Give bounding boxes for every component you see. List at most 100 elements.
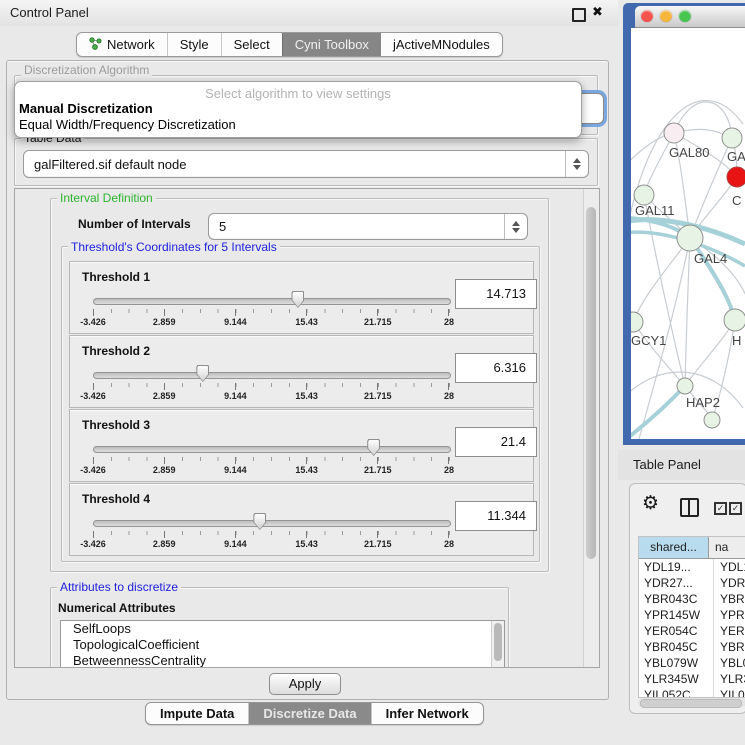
application-window: Control Panel ✖ Network Style Select C [0,0,745,745]
apply-button[interactable]: Apply [269,673,341,695]
network-node-h[interactable] [724,309,745,331]
network-node-selected[interactable] [727,167,745,187]
cell-shared-name[interactable]: YDR27... [639,575,714,591]
cell-shared-name[interactable]: YPR145W [639,607,714,623]
cell-name[interactable]: YPR1 [714,607,745,623]
cell-shared-name[interactable]: YBR045C [639,639,714,655]
tick-label: 2.859 [153,539,176,549]
tick-label: -3.426 [80,317,106,327]
threshold-value-input[interactable]: 14.713 [455,279,537,309]
cell-shared-name[interactable]: YBR043C [639,591,714,607]
table-data-combobox[interactable]: galFiltered.sif default node [23,150,589,178]
slider-thumb[interactable] [367,439,380,456]
tab-network[interactable]: Network [77,33,167,56]
threshold-value-input[interactable]: 6.316 [455,353,537,383]
threshold-slider[interactable]: -3.4262.8599.14415.4321.71528 [93,438,449,478]
close-window-icon[interactable] [641,10,653,22]
algorithm-option-manual[interactable]: Manual Discretization [15,101,581,117]
cell-name[interactable]: YIL0 [714,687,745,698]
cell-shared-name[interactable]: YLR345W [639,671,714,687]
slider-tick-labels: -3.4262.8599.14415.4321.71528 [93,317,449,329]
tick-label: 2.859 [153,317,176,327]
network-canvas[interactable]: GAL80 GA C GAL11 GAL4 GCY1 H HAP2 [631,28,745,439]
minimize-window-icon[interactable] [660,10,672,22]
network-node-top[interactable] [722,128,742,148]
cell-name[interactable]: YDL1 [714,559,745,575]
cell-name[interactable]: YBR0 [714,591,745,607]
table-row[interactable]: YDL19...YDL1 [639,559,745,575]
tab-label: Impute Data [160,706,234,721]
slider-thumb[interactable] [253,513,266,530]
network-node-gcy1[interactable] [631,312,643,332]
gear-icon[interactable]: ⚙ [642,492,659,515]
tick-label: 28 [444,539,454,549]
thresholds-group-label: Threshold's Coordinates for 5 Intervals [68,240,280,254]
attributes-group: Numerical Attributes SelfLoopsTopologica… [50,587,509,668]
algorithm-option-equal-width[interactable]: Equal Width/Frequency Discretization [15,117,581,133]
column-header-name[interactable]: na [709,537,745,558]
threshold-slider[interactable]: -3.4262.8599.14415.4321.71528 [93,290,449,330]
cell-name[interactable]: YBR0 [714,639,745,655]
tab-discretize-data[interactable]: Discretize Data [248,703,370,724]
column-header-shared-name[interactable]: shared... [639,537,709,558]
attribute-item[interactable]: TopologicalCoefficient [61,637,504,653]
table-row[interactable]: YDR27...YDR2 [639,575,745,591]
slider-thumb[interactable] [196,365,209,382]
network-node-partial[interactable] [704,412,720,428]
threshold-value-input[interactable]: 21.4 [455,427,537,457]
float-panel-icon[interactable] [572,8,586,22]
number-of-intervals-combobox[interactable]: 5 [208,213,528,240]
cell-name[interactable]: YBL0 [714,655,745,671]
attribute-item[interactable]: SelfLoops [61,621,504,637]
table-horizontal-scrollbar[interactable] [638,698,745,707]
table-row[interactable]: YBL079WYBL0 [639,655,745,671]
network-node-gal11[interactable] [634,185,654,205]
cell-shared-name[interactable]: YBL079W [639,655,714,671]
column-layout-icon[interactable] [680,498,699,517]
node-label-hap2: HAP2 [686,395,720,410]
network-node-gal80[interactable] [664,123,684,143]
cell-name[interactable]: YDR2 [714,575,745,591]
table-row[interactable]: YBR043CYBR0 [639,591,745,607]
tab-label: Discretize Data [263,706,356,721]
settings-scrollbar[interactable] [583,189,599,667]
cell-shared-name[interactable]: YER054C [639,623,714,639]
table-row[interactable]: YLR345WYLR3 [639,671,745,687]
checkbox-icon[interactable]: ✓ [714,502,727,515]
tab-select[interactable]: Select [221,33,282,56]
cell-name[interactable]: YLR3 [714,671,745,687]
table-row[interactable]: YER054CYER0 [639,623,745,639]
tab-label: Infer Network [386,706,469,721]
numerical-attributes-list: SelfLoopsTopologicalCoefficientBetweenne… [60,620,505,668]
close-panel-icon[interactable]: ✖ [592,4,603,20]
cell-shared-name[interactable]: YDL19... [639,559,714,575]
network-node-gal4[interactable] [677,225,703,251]
cyni-toolbox-panel: Discretization Algorithm Select algorith… [6,60,609,700]
threshold-slider[interactable]: -3.4262.8599.14415.4321.71528 [93,364,449,404]
threshold-value-input[interactable]: 11.344 [455,501,537,531]
checkbox-icon[interactable]: ✓ [729,502,742,515]
table-row[interactable]: YIL052CYIL0 [639,687,745,698]
tab-jactivemnodules[interactable]: jActiveMNodules [381,33,502,56]
attribute-item[interactable]: BetweennessCentrality [61,653,504,668]
table-row[interactable]: YPR145WYPR1 [639,607,745,623]
list-scrollbar[interactable] [491,621,504,667]
slider-tick-labels: -3.4262.8599.14415.4321.71528 [93,465,449,477]
tab-impute-data[interactable]: Impute Data [146,703,248,724]
tab-label: Network [107,37,155,52]
cell-name[interactable]: YER0 [714,623,745,639]
node-label-c: C [732,193,741,208]
network-node-hap2[interactable] [677,378,693,394]
attribute-items: SelfLoopsTopologicalCoefficientBetweenne… [61,621,504,668]
table-row[interactable]: YBR045CYBR0 [639,639,745,655]
control-panel-tabbar: Network Style Select Cyni Toolbox jActiv… [76,32,503,57]
table-panel-header: Table Panel [618,450,745,480]
tab-style[interactable]: Style [167,33,221,56]
cell-shared-name[interactable]: YIL052C [639,687,714,698]
threshold-slider[interactable]: -3.4262.8599.14415.4321.71528 [93,512,449,552]
interval-definition-group: Number of Intervals 5 Threshold's Coordi… [50,198,549,572]
slider-thumb[interactable] [291,291,304,308]
tab-cyni-toolbox[interactable]: Cyni Toolbox [282,33,381,56]
zoom-window-icon[interactable] [679,10,691,22]
tab-infer-network[interactable]: Infer Network [371,703,483,724]
